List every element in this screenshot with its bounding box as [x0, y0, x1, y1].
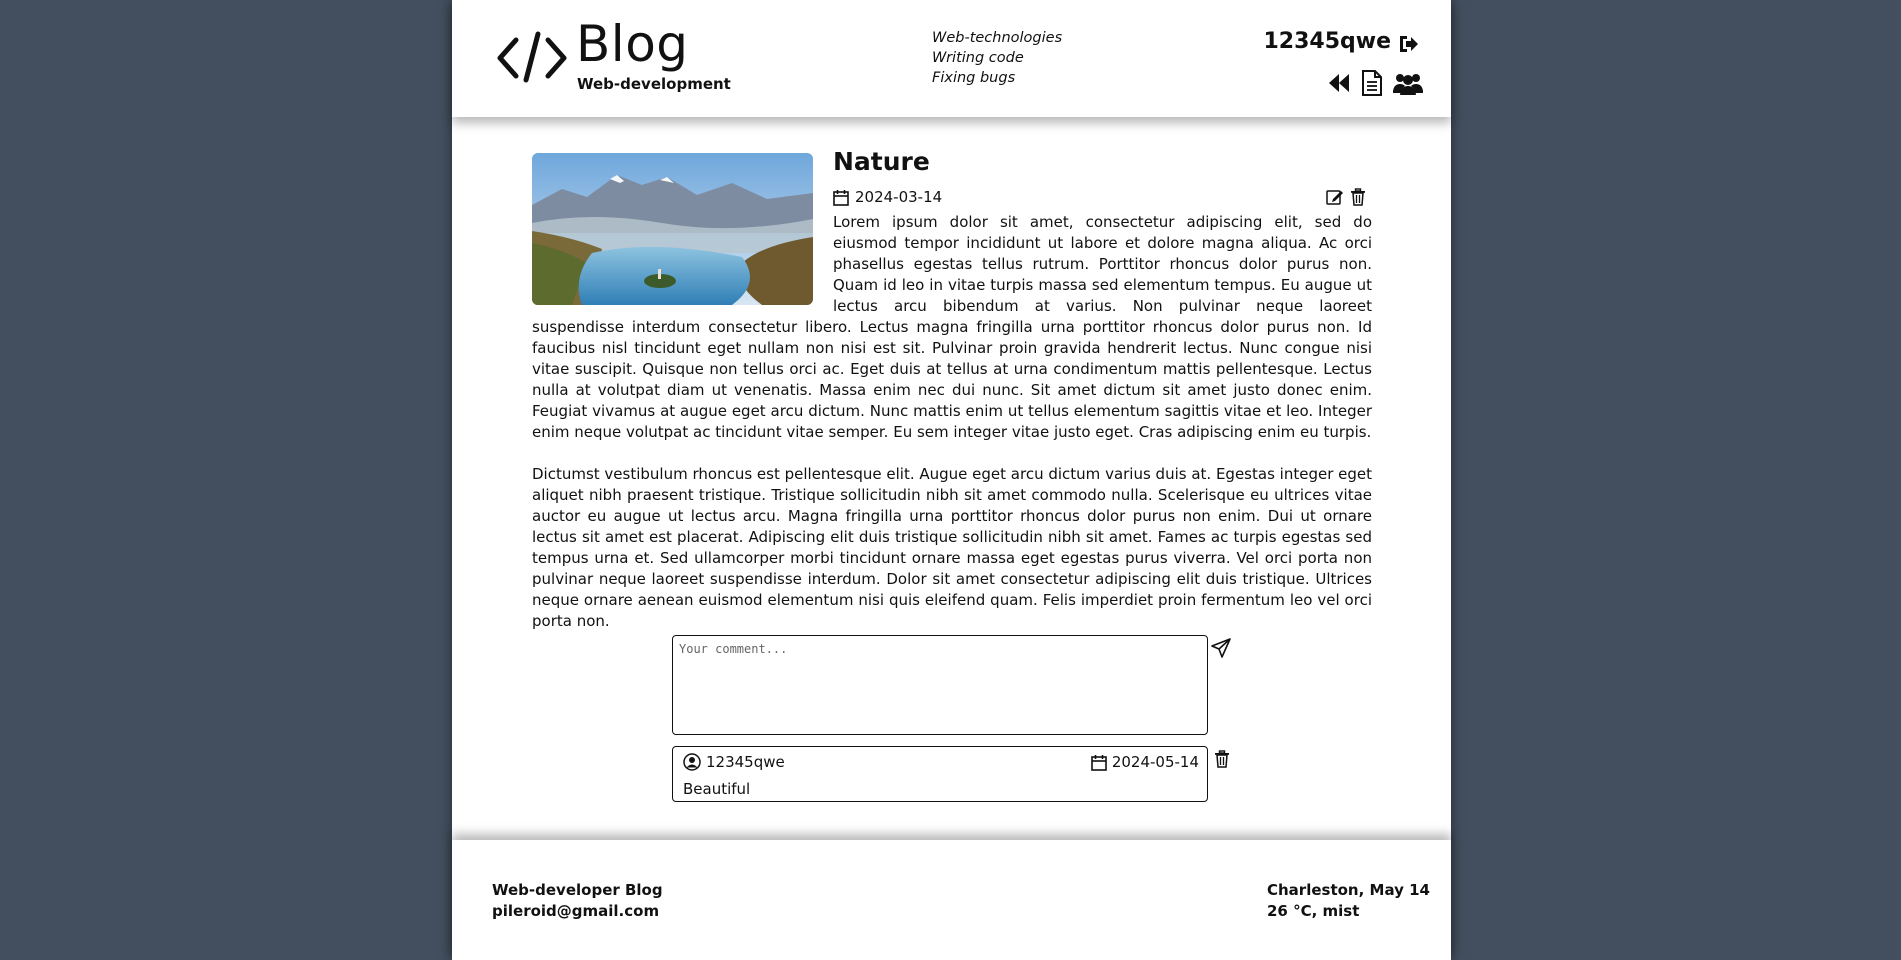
footer-weather: Charleston, May 14 26 °C, mist [1267, 880, 1430, 922]
comment-author-name: 12345qwe [706, 753, 785, 771]
delete-comment-icon[interactable] [1214, 750, 1230, 768]
footer-blog-name: Web-developer Blog [492, 881, 663, 899]
site-header: Blog Web-development Web-technologies Wr… [452, 0, 1451, 117]
footer-left: Web-developer Blog pileroid@gmail.com [492, 880, 663, 922]
footer-location: Charleston, May 14 [1267, 881, 1430, 899]
send-icon[interactable] [1211, 638, 1231, 658]
post-image [532, 153, 813, 305]
blog-post: Nature 2024-03-14 Lorem ipsum dolor sit … [532, 148, 1372, 632]
topic-item: Web-technologies [932, 30, 1063, 46]
nav-icons [1327, 70, 1423, 100]
site-footer: Web-developer Blog pileroid@gmail.com Ch… [452, 840, 1451, 960]
comment-date-value: 2024-05-14 [1111, 753, 1199, 771]
document-icon[interactable] [1361, 70, 1383, 100]
calendar-icon [833, 189, 849, 206]
calendar-icon [1091, 754, 1107, 771]
code-icon [497, 31, 567, 83]
comment-item: 12345qwe 2024-05-14 Beautiful [672, 746, 1208, 802]
topic-item: Fixing bugs [932, 70, 1016, 86]
comment-author: 12345qwe [683, 753, 785, 771]
post-meta: 2024-03-14 [833, 182, 1372, 212]
footer-weather-value: 26 °C, mist [1267, 902, 1360, 920]
topic-item: Writing code [932, 50, 1024, 66]
current-user: 12345qwe [1263, 29, 1391, 54]
user-circle-icon [683, 753, 701, 771]
logout-icon[interactable] [1397, 33, 1419, 55]
page: Blog Web-development Web-technologies Wr… [452, 0, 1451, 960]
post-paragraph: Dictumst vestibulum rhoncus est pellente… [532, 465, 1372, 630]
site-subtitle: Web-development [577, 75, 731, 93]
post-date: 2024-03-14 [855, 188, 943, 206]
comment-input[interactable] [672, 635, 1208, 735]
delete-post-icon[interactable] [1350, 188, 1366, 210]
comment-text: Beautiful [683, 780, 751, 798]
footer-email[interactable]: pileroid@gmail.com [492, 901, 663, 922]
users-icon[interactable] [1393, 71, 1423, 99]
post-actions [1326, 188, 1366, 210]
topics-list: Web-technologies Writing code Fixing bug… [932, 28, 1062, 88]
comment-date: 2024-05-14 [1091, 753, 1199, 771]
edit-icon[interactable] [1326, 188, 1344, 210]
site-title: Blog [576, 15, 689, 73]
back-icon[interactable] [1327, 72, 1351, 98]
